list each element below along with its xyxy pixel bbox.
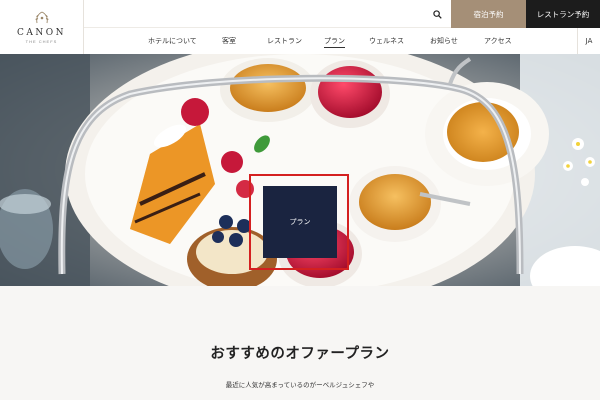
brand-tagline: THE CHEFS (25, 39, 58, 44)
nav-item-restaurant[interactable]: レストラン (267, 28, 302, 54)
hero-banner: プラン (0, 54, 600, 286)
language-switcher[interactable]: JA (577, 28, 600, 54)
nav-item-access[interactable]: アクセス (484, 28, 512, 54)
site-header: CANON THE CHEFS 宿泊予約 レストラン予約 ホテルについて 客室 … (0, 0, 600, 54)
nav-item-plans[interactable]: プラン (324, 28, 345, 54)
restaurant-booking-button[interactable]: レストラン予約 (526, 0, 600, 28)
brand-name: CANON (16, 28, 66, 38)
search-button[interactable] (424, 0, 450, 28)
nav-item-wellness[interactable]: ウェルネス (369, 28, 404, 54)
main-nav: ホテルについて 客室 レストラン プラン ウェルネス お知らせ アクセス JA (84, 28, 600, 54)
nav-item-news[interactable]: お知らせ (430, 28, 458, 54)
nav-item-rooms[interactable]: 客室 (222, 28, 236, 54)
utility-bar: 宿泊予約 レストラン予約 (84, 0, 600, 28)
laurel-crown-icon (34, 11, 49, 24)
offers-section: おすすめのオファープラン 最近に人気が高まっているのがーベルジュシェフや (0, 286, 600, 400)
search-icon (432, 9, 442, 19)
plan-card-button[interactable]: プラン (263, 186, 337, 258)
brand-logo[interactable]: CANON THE CHEFS (0, 0, 84, 54)
hotel-booking-button[interactable]: 宿泊予約 (451, 0, 526, 28)
section-title: おすすめのオファープラン (210, 345, 390, 362)
nav-item-about[interactable]: ホテルについて (148, 28, 197, 54)
section-description: 最近に人気が高まっているのがーベルジュシェフや (225, 381, 375, 389)
